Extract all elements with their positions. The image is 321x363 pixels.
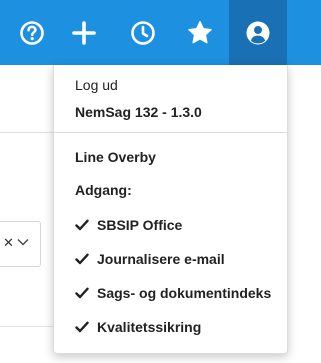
background-divider [0,326,55,327]
access-item: SBSIP Office [75,217,182,233]
access-item-label: Kvalitetssikring [97,319,202,335]
clear-icon[interactable]: ✕ [3,235,14,251]
help-button[interactable] [4,0,60,65]
version-label: NemSag 132 - 1.3.0 [75,104,202,120]
help-icon [20,20,44,45]
menu-divider [54,132,287,133]
recent-button[interactable] [115,0,171,65]
add-button[interactable] [56,0,112,65]
access-item-label: Journalisere e-mail [97,251,225,267]
chevron-down-icon [17,239,29,246]
access-item: Journalisere e-mail [75,251,225,267]
access-item: Kvalitetssikring [75,319,201,335]
access-item-label: SBSIP Office [97,217,183,233]
user-name: Line Overby [75,149,156,165]
background-select[interactable]: ✕ [0,221,41,267]
check-icon [75,253,89,265]
user-icon [246,21,270,44]
user-menu-button[interactable] [229,0,287,65]
background-divider [0,132,55,133]
access-item-label: Sags- og dokumentindeks [97,285,272,301]
clock-icon [131,20,155,45]
access-item: Sags- og dokumentindeks [75,285,271,301]
check-icon [75,321,89,333]
check-icon [75,219,89,231]
favorites-button[interactable] [172,0,228,65]
check-icon [75,287,89,299]
access-heading: Adgang: [75,182,132,198]
user-dropdown-menu: Log ud NemSag 132 - 1.3.0 Line Overby Ad… [53,65,288,354]
plus-icon [72,20,96,45]
star-icon [188,20,212,43]
logout-link[interactable]: Log ud [75,77,118,93]
top-toolbar [0,0,321,65]
